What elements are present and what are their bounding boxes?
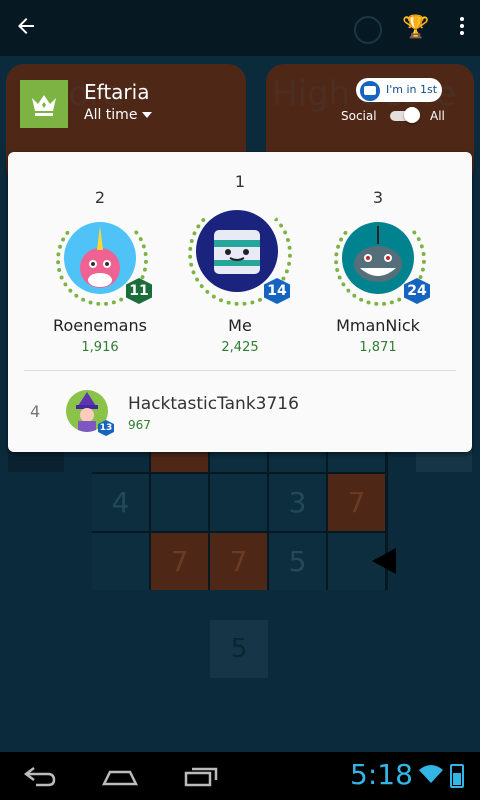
avatar (64, 222, 136, 294)
podium-score: 1,916 (81, 340, 119, 355)
grid-cell: 4 (92, 474, 149, 531)
player-name: Eftaria (84, 80, 150, 104)
grid-cell (151, 474, 208, 531)
robot-icon (214, 230, 260, 274)
avatar (342, 222, 414, 294)
trophy-icon: 🏆 (402, 15, 430, 40)
podium-rank: 1 (234, 172, 246, 191)
podium-score: 2,425 (221, 340, 259, 355)
podium-entry[interactable]: 2 11 Roenemans 1,916 (40, 188, 160, 355)
time-filter-label: All time (84, 107, 138, 123)
grid-cell: 5 (269, 533, 326, 590)
back-nav-icon[interactable] (22, 764, 58, 788)
arrow-left-icon (18, 18, 34, 34)
podium-rank: 2 (94, 188, 106, 207)
rank-chip-label: I'm in 1st (386, 83, 438, 96)
podium-entry[interactable]: 1 14 Me 2,425 (180, 172, 300, 355)
row-rank: 4 (30, 402, 41, 421)
row-name: HacktasticTank3716 (128, 394, 299, 414)
grid-cell: 3 (269, 474, 326, 531)
time-filter-dropdown[interactable]: All time (84, 107, 153, 123)
grid-cell: 7 (151, 533, 208, 590)
grid-cell: 7 (210, 533, 267, 590)
toggle-label-all: All (430, 109, 445, 123)
player-crown-badge (20, 80, 68, 128)
row-score: 967 (128, 418, 151, 432)
podium-entry[interactable]: 3 24 MmanNick 1,871 (318, 188, 438, 355)
caret-down-icon (142, 112, 153, 118)
home-icon[interactable] (100, 764, 140, 788)
toggle-label-social: Social (341, 109, 377, 123)
rank-chip[interactable]: I'm in 1st (356, 78, 442, 102)
shark-icon (354, 226, 402, 282)
next-tile: 5 (210, 620, 268, 678)
divider (24, 370, 456, 371)
row-pointer-icon (372, 548, 396, 574)
grid-cell (92, 533, 149, 590)
podium-name: MmanNick (336, 316, 420, 335)
game-grid: 4 3 7 7 7 5 (92, 442, 388, 590)
grid-cell: 7 (328, 474, 385, 531)
battery-icon (450, 764, 464, 788)
leaderboard-row[interactable]: 4 13 HacktasticTank3716 967 (8, 380, 472, 440)
clock: 5:18 (350, 758, 413, 791)
refresh-icon (354, 16, 382, 44)
grid-cell (210, 474, 267, 531)
recent-apps-icon[interactable] (182, 764, 220, 788)
leaderboard-card: 2 11 Roenemans 1,916 1 14 Me 2,425 3 24 … (8, 152, 472, 452)
crown-icon (32, 95, 56, 116)
more-vert-icon[interactable] (452, 14, 472, 42)
avatar (359, 80, 381, 102)
action-bar: 🏆 (0, 0, 480, 56)
podium-score: 1,871 (359, 340, 397, 355)
wifi-icon (419, 765, 443, 783)
avatar (196, 210, 278, 292)
narwhal-icon (80, 226, 120, 288)
podium-name: Roenemans (53, 316, 147, 335)
podium-rank: 3 (372, 188, 384, 207)
back-button[interactable] (14, 14, 42, 42)
toggle-knob[interactable] (404, 107, 420, 123)
podium-name: Me (228, 316, 252, 335)
